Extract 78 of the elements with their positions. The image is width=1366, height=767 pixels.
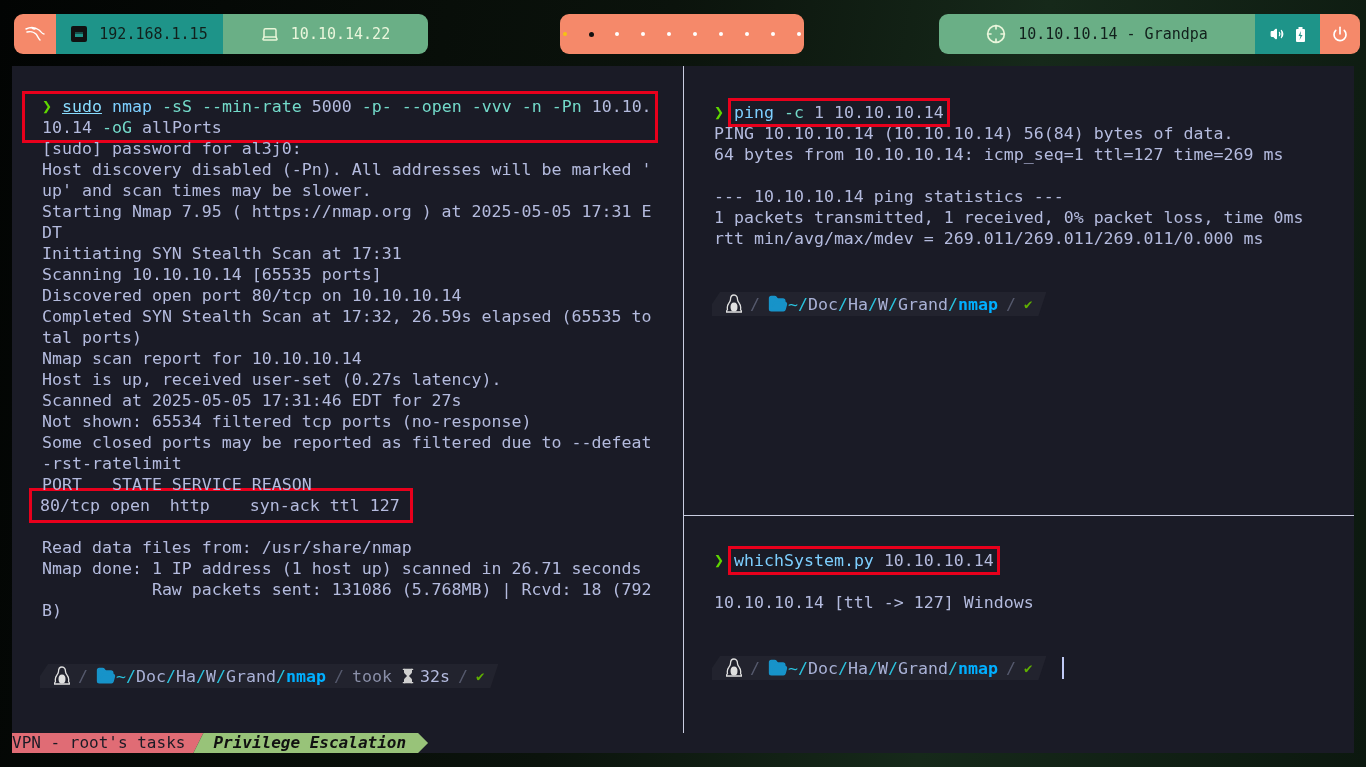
path-text: ~/Doc/Ha/W/Grand/ <box>116 665 286 687</box>
output-line: Nmap scan report for 10.10.10.14 <box>42 348 363 369</box>
output-line: --- 10.10.10.14 ping statistics --- <box>714 186 1065 207</box>
output-line: Host is up, received user-set (0.27s latency). <box>42 369 503 390</box>
separator: / <box>333 665 344 687</box>
launcher-button[interactable] <box>14 14 56 54</box>
success-check: ✔ <box>1023 658 1033 678</box>
output-line: up' and scan times may be slower. <box>42 180 373 201</box>
prompt-symbol: ❯ <box>714 103 724 122</box>
output-line: Discovered open port 80/tcp on 10.10.10.14 <box>42 285 463 306</box>
directory-name: nmap <box>958 293 998 315</box>
command-text: ❯ sudo nmap -sS --min-rate 5000 -p- --open -vvv -n -Pn 10.10. 10.14 -oG allPorts <box>42 96 652 138</box>
window-tab[interactable]: Privilege Escalation <box>193 733 429 753</box>
penguin-icon <box>54 666 70 686</box>
output-line: Nmap done: 1 IP address (1 host up) scanned in 26.71 seconds <box>42 558 643 579</box>
output-line: 1 packets transmitted, 1 received, 0% packet loss, time 0ms <box>714 207 1305 228</box>
output-line: Scanned at 2025-05-05 17:31:46 EDT for 27s <box>42 390 463 411</box>
ethernet-indicator: 192.168.1.15 <box>56 14 223 54</box>
output-line: rtt min/avg/max/mdev = 269.011/269.011/269.011/0.000 ms <box>714 228 1265 249</box>
output-line: Some closed ports may be reported as filtered due to --defeat <box>42 432 653 453</box>
ethernet-icon <box>71 26 88 42</box>
separator: / <box>78 665 88 687</box>
workspace-dot[interactable] <box>588 31 594 37</box>
separator: / <box>750 657 760 679</box>
output-line: Initiating SYN Stealth Scan at 17:31 <box>42 243 403 264</box>
prompt-symbol: ❯ <box>714 551 724 570</box>
output-line: B) <box>42 600 63 621</box>
path-text: ~/Doc/Ha/W/Grand/ <box>788 657 958 679</box>
folder-icon <box>96 666 116 686</box>
output-line: -rst-ratelimit <box>42 453 183 474</box>
separator: / <box>1005 293 1016 315</box>
crosshair-icon <box>986 24 1007 44</box>
output-line: Raw packets sent: 131086 (5.768MB) | Rcvd: 18 (792 <box>150 579 653 600</box>
success-check: ✔ <box>475 666 485 686</box>
separator: / <box>750 293 760 315</box>
session-name: VPN - root's tasks <box>12 733 204 753</box>
command-text: whichSystem.py 10.10.10.14 <box>728 546 1000 575</box>
output-line: Completed SYN Stealth Scan at 17:32, 26.59s elapsed (65535 to <box>42 306 653 327</box>
directory-name: nmap <box>958 657 998 679</box>
laptop-icon <box>260 25 279 43</box>
workspace-dot[interactable] <box>796 31 802 37</box>
workspace-dot[interactable] <box>692 31 698 37</box>
workspace-dot[interactable] <box>744 31 750 37</box>
path-text: ~/Doc/Ha/W/Grand/ <box>788 293 958 315</box>
duration-text: 32s <box>419 665 450 687</box>
penguin-icon <box>726 294 742 314</box>
volume-icon[interactable] <box>1270 27 1284 41</box>
output-line: Host discovery disabled (-Pn). All addresses will be marked ' <box>42 159 653 180</box>
workspace-dot[interactable] <box>640 31 646 37</box>
power-icon <box>1332 26 1348 42</box>
separator: / <box>1005 657 1016 679</box>
output-line: Scanning 10.10.10.14 [65535 ports] <box>42 264 383 285</box>
workspace-dot[interactable] <box>666 31 672 37</box>
target-indicator: 10.10.10.14 - Grandpa <box>939 14 1255 54</box>
output-line: Not shown: 65534 filtered tcp ports (no-response) <box>42 411 533 432</box>
output-line: 80/tcp open http syn-ack ttl 127 <box>40 495 400 516</box>
battery-icon <box>1296 26 1305 42</box>
folder-icon <box>768 658 788 678</box>
output-line: tal ports) <box>42 327 143 348</box>
output-line: Starting Nmap 7.95 ( https://nmap.org ) at 2025-05-05 17:31 E <box>42 201 653 222</box>
power-button[interactable] <box>1320 14 1360 54</box>
output-line: 10.10.10.14 [ttl -> 127] Windows <box>714 592 1035 613</box>
workspace-dot[interactable] <box>770 31 776 37</box>
output-line: [sudo] password for al3j0: <box>42 138 303 159</box>
workspace-dot[interactable] <box>718 31 724 37</box>
directory-name: nmap <box>286 665 326 687</box>
took-label: took <box>351 665 392 687</box>
vpn-indicator: 10.10.14.22 <box>223 14 428 54</box>
separator: / <box>457 665 468 687</box>
output-line: DT <box>42 222 63 243</box>
command-text: ping -c 1 10.10.10.14 <box>728 98 950 127</box>
workspace-dot[interactable] <box>614 31 620 37</box>
output-line: Read data files from: /usr/share/nmap <box>42 537 413 558</box>
success-check: ✔ <box>1023 294 1033 314</box>
output-line: 64 bytes from 10.10.10.14: icmp_seq=1 ttl=127 time=269 ms <box>714 144 1285 165</box>
workspace-dot[interactable] <box>562 31 568 37</box>
folder-icon <box>768 294 788 314</box>
penguin-icon <box>726 658 742 678</box>
